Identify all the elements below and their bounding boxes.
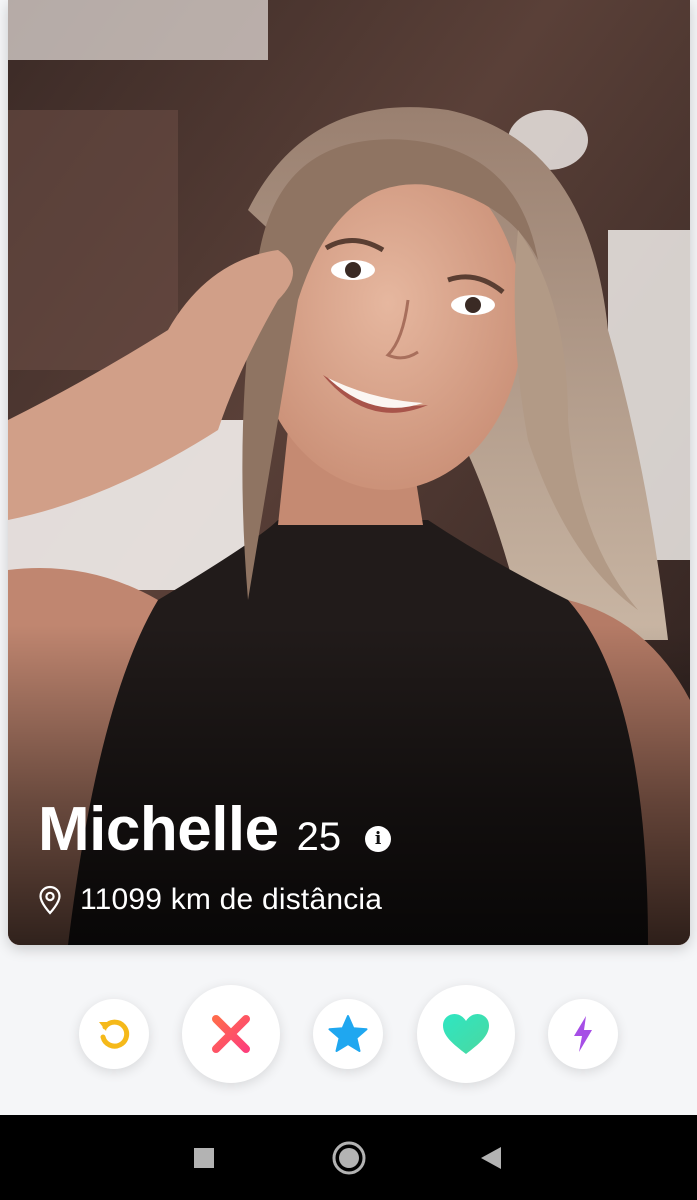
profile-age: 25 (296, 815, 342, 859)
home-circle-icon (332, 1141, 366, 1175)
action-bar (0, 985, 697, 1085)
nope-button[interactable] (182, 985, 280, 1083)
star-icon (328, 1015, 368, 1052)
like-button[interactable] (417, 985, 515, 1083)
super-like-button[interactable] (313, 999, 383, 1069)
location-pin-icon (39, 885, 61, 915)
recents-button[interactable] (193, 1147, 215, 1174)
back-button[interactable] (480, 1146, 502, 1175)
boost-button[interactable] (548, 999, 618, 1069)
profile-name: Michelle (38, 795, 279, 864)
home-button[interactable] (332, 1141, 366, 1180)
distance-label: 11099 km de distância (80, 883, 383, 916)
app-screen: Michelle 25 i 11099 km de distância (0, 0, 697, 1200)
system-navigation-bar (0, 1115, 697, 1200)
back-triangle-icon (481, 1147, 501, 1169)
info-icon[interactable]: i (365, 826, 392, 852)
rewind-icon (99, 1019, 130, 1049)
heart-icon (443, 1014, 489, 1054)
rewind-button[interactable] (79, 999, 149, 1069)
close-icon (212, 1015, 250, 1053)
distance-row: 11099 km de distância (38, 883, 391, 917)
recents-square-icon (194, 1148, 214, 1168)
name-row: Michelle 25 i (38, 795, 392, 864)
lightning-icon (574, 1016, 592, 1052)
profile-card[interactable]: Michelle 25 i 11099 km de distância (8, 0, 690, 945)
profile-info: Michelle 25 i 11099 km de distância (38, 795, 392, 917)
